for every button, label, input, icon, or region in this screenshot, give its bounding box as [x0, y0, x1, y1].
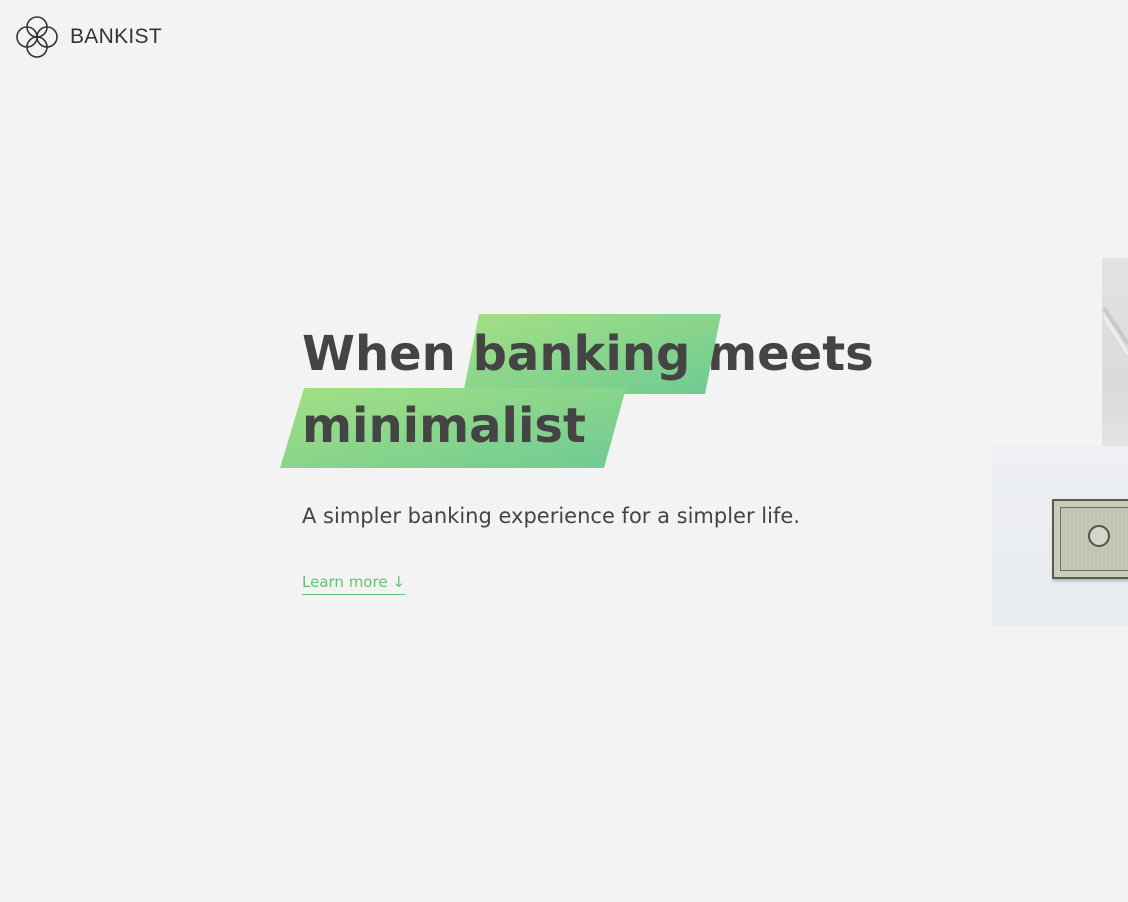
logo-text: BANKIST [70, 25, 162, 48]
hero-image-dollar-bill [992, 446, 1128, 626]
headline-word-minimalist: minimalist [302, 398, 586, 454]
headline-highlight-banking: banking [462, 314, 721, 394]
hero-image-laptop [1102, 258, 1128, 472]
logo[interactable]: BANKIST [14, 14, 162, 60]
headline-word-meets: meets [707, 326, 874, 382]
laptop-edge-graphic [1102, 306, 1128, 355]
headline-highlight-minimalist: minimalist [280, 388, 626, 468]
dollar-bill [1052, 499, 1128, 579]
headline-word-banking: banking [472, 326, 691, 382]
dollar-bill-seal [1088, 525, 1110, 547]
learn-more-link[interactable]: Learn more ↓ [302, 573, 405, 595]
hero-headline: When banking meets minimalist [280, 314, 874, 468]
headline-line-1: When banking meets [302, 314, 874, 394]
landing-page: BANKIST When banking meets minimalist A … [0, 0, 1128, 902]
hero-subtitle: A simpler banking experience for a simpl… [302, 504, 800, 528]
headline-line-2: minimalist [280, 388, 874, 468]
headline-word-when: When [302, 326, 456, 382]
bankist-logo-icon [16, 16, 58, 58]
